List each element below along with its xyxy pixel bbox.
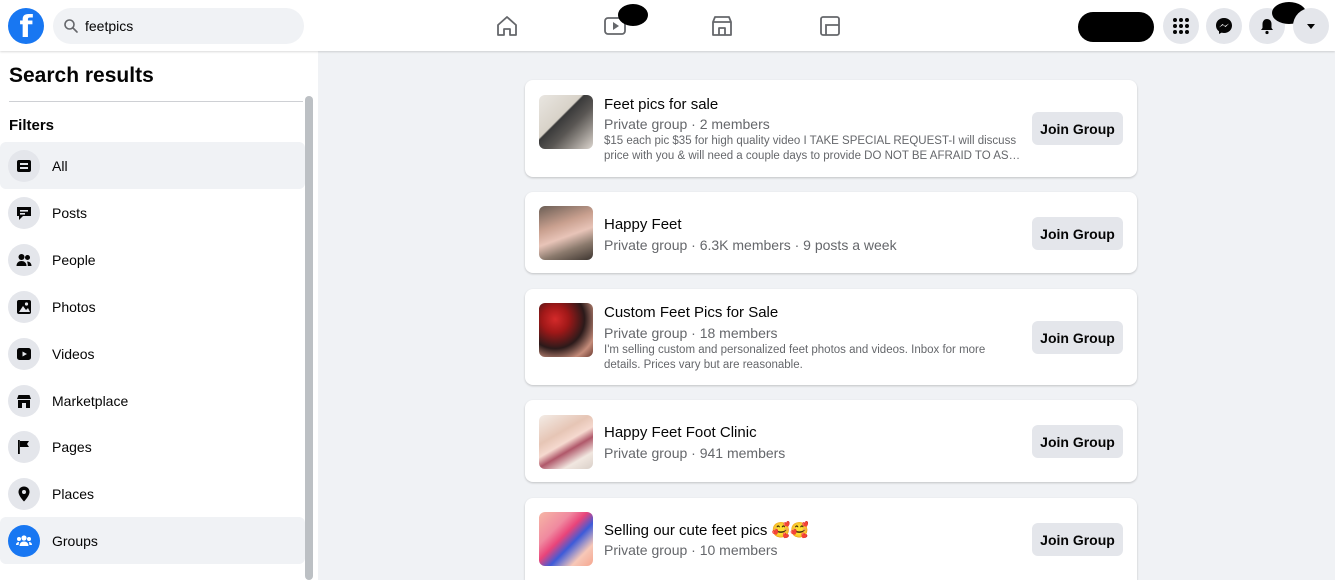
sidebar-item-label: Marketplace — [52, 392, 129, 409]
group-thumbnail — [539, 95, 593, 149]
people-icon — [8, 243, 40, 276]
videos-icon — [8, 337, 40, 370]
group-result-card[interactable]: Happy Feet Foot Clinic Private group · 9… — [525, 400, 1137, 482]
messenger-icon — [1216, 18, 1232, 34]
redaction-mark — [618, 4, 648, 26]
sidebar-item-label: Pages — [52, 438, 92, 455]
facebook-logo[interactable]: f — [8, 8, 44, 44]
home-icon[interactable] — [494, 13, 520, 39]
sidebar-item-posts[interactable]: Posts — [0, 189, 305, 236]
grid-icon — [1173, 18, 1189, 34]
page-title: Search results — [9, 64, 154, 87]
join-group-button[interactable]: Join Group — [1032, 321, 1123, 354]
bell-icon — [1261, 19, 1273, 35]
places-pin-icon — [8, 477, 40, 510]
join-group-button[interactable]: Join Group — [1032, 112, 1123, 145]
group-title[interactable]: Selling our cute feet pics 🥰🥰 — [604, 521, 809, 539]
sidebar-item-marketplace[interactable]: Marketplace — [0, 377, 305, 424]
groups-icon — [8, 524, 40, 557]
sidebar-item-label: All — [52, 157, 68, 174]
photos-icon — [8, 290, 40, 323]
sidebar-item-label: Posts — [52, 204, 88, 221]
sidebar-item-photos[interactable]: Photos — [0, 283, 305, 330]
sidebar-item-pages[interactable]: Pages — [0, 423, 305, 470]
group-thumbnail — [539, 512, 593, 566]
sidebar-item-label: Photos — [52, 298, 96, 315]
sidebar-item-people[interactable]: People — [0, 236, 305, 283]
redacted-profile-name — [1078, 12, 1154, 42]
sidebar-scrollbar[interactable] — [305, 96, 313, 580]
marketplace-store-icon[interactable] — [709, 13, 735, 39]
sidebar-item-label: Groups — [52, 532, 98, 549]
group-description: I'm selling custom and personalized feet… — [604, 344, 986, 371]
search-icon — [64, 19, 78, 33]
divider — [9, 101, 303, 102]
sidebar-item-label: Places — [52, 485, 95, 502]
gaming-icon[interactable] — [817, 13, 843, 39]
sidebar-item-places[interactable]: Places — [0, 470, 305, 517]
caret-down-icon — [1307, 24, 1315, 29]
group-result-card[interactable]: Happy Feet Private group · 6.3K members … — [525, 192, 1137, 273]
join-group-button[interactable]: Join Group — [1032, 425, 1123, 458]
marketplace-icon — [8, 384, 40, 417]
group-result-card[interactable]: Selling our cute feet pics 🥰🥰 Private gr… — [525, 498, 1137, 580]
group-meta: Private group · 2 members — [604, 116, 770, 132]
top-navigation-bar: f feetpics — [0, 0, 1335, 51]
group-title[interactable]: Custom Feet Pics for Sale — [604, 304, 778, 321]
group-meta: Private group · 10 members — [604, 542, 778, 558]
group-title[interactable]: Happy Feet Foot Clinic — [604, 424, 757, 441]
pages-flag-icon — [8, 430, 40, 463]
search-bar[interactable]: feetpics — [53, 8, 304, 44]
posts-icon — [8, 196, 40, 229]
join-group-button[interactable]: Join Group — [1032, 523, 1123, 556]
group-meta: Private group · 941 members — [604, 445, 786, 461]
filters-heading: Filters — [9, 117, 55, 134]
group-result-card[interactable]: Feet pics for sale Private group · 2 mem… — [525, 80, 1137, 177]
group-thumbnail — [539, 206, 593, 260]
messenger-button[interactable] — [1206, 8, 1242, 44]
sidebar-item-all[interactable]: All — [0, 142, 305, 189]
account-menu-button[interactable] — [1293, 8, 1329, 44]
sidebar-item-videos[interactable]: Videos — [0, 330, 305, 377]
group-thumbnail — [539, 303, 593, 357]
menu-grid-button[interactable] — [1163, 8, 1199, 44]
group-thumbnail — [539, 415, 593, 469]
group-title[interactable]: Feet pics for sale — [604, 96, 718, 113]
group-result-card[interactable]: Custom Feet Pics for Sale Private group … — [525, 289, 1137, 385]
group-title[interactable]: Happy Feet — [604, 216, 682, 233]
search-filters-sidebar: Search results Filters All Posts People … — [0, 51, 318, 580]
sidebar-item-label: Videos — [52, 345, 95, 362]
group-description: $15 each pic $35 for high quality video … — [604, 135, 1021, 162]
all-results-icon — [8, 149, 40, 182]
search-input[interactable]: feetpics — [85, 18, 133, 34]
sidebar-item-groups[interactable]: Groups — [0, 517, 305, 564]
sidebar-item-label: People — [52, 251, 96, 268]
group-meta: Private group · 6.3K members · 9 posts a… — [604, 237, 897, 253]
group-meta: Private group · 18 members — [604, 325, 778, 341]
join-group-button[interactable]: Join Group — [1032, 217, 1123, 250]
